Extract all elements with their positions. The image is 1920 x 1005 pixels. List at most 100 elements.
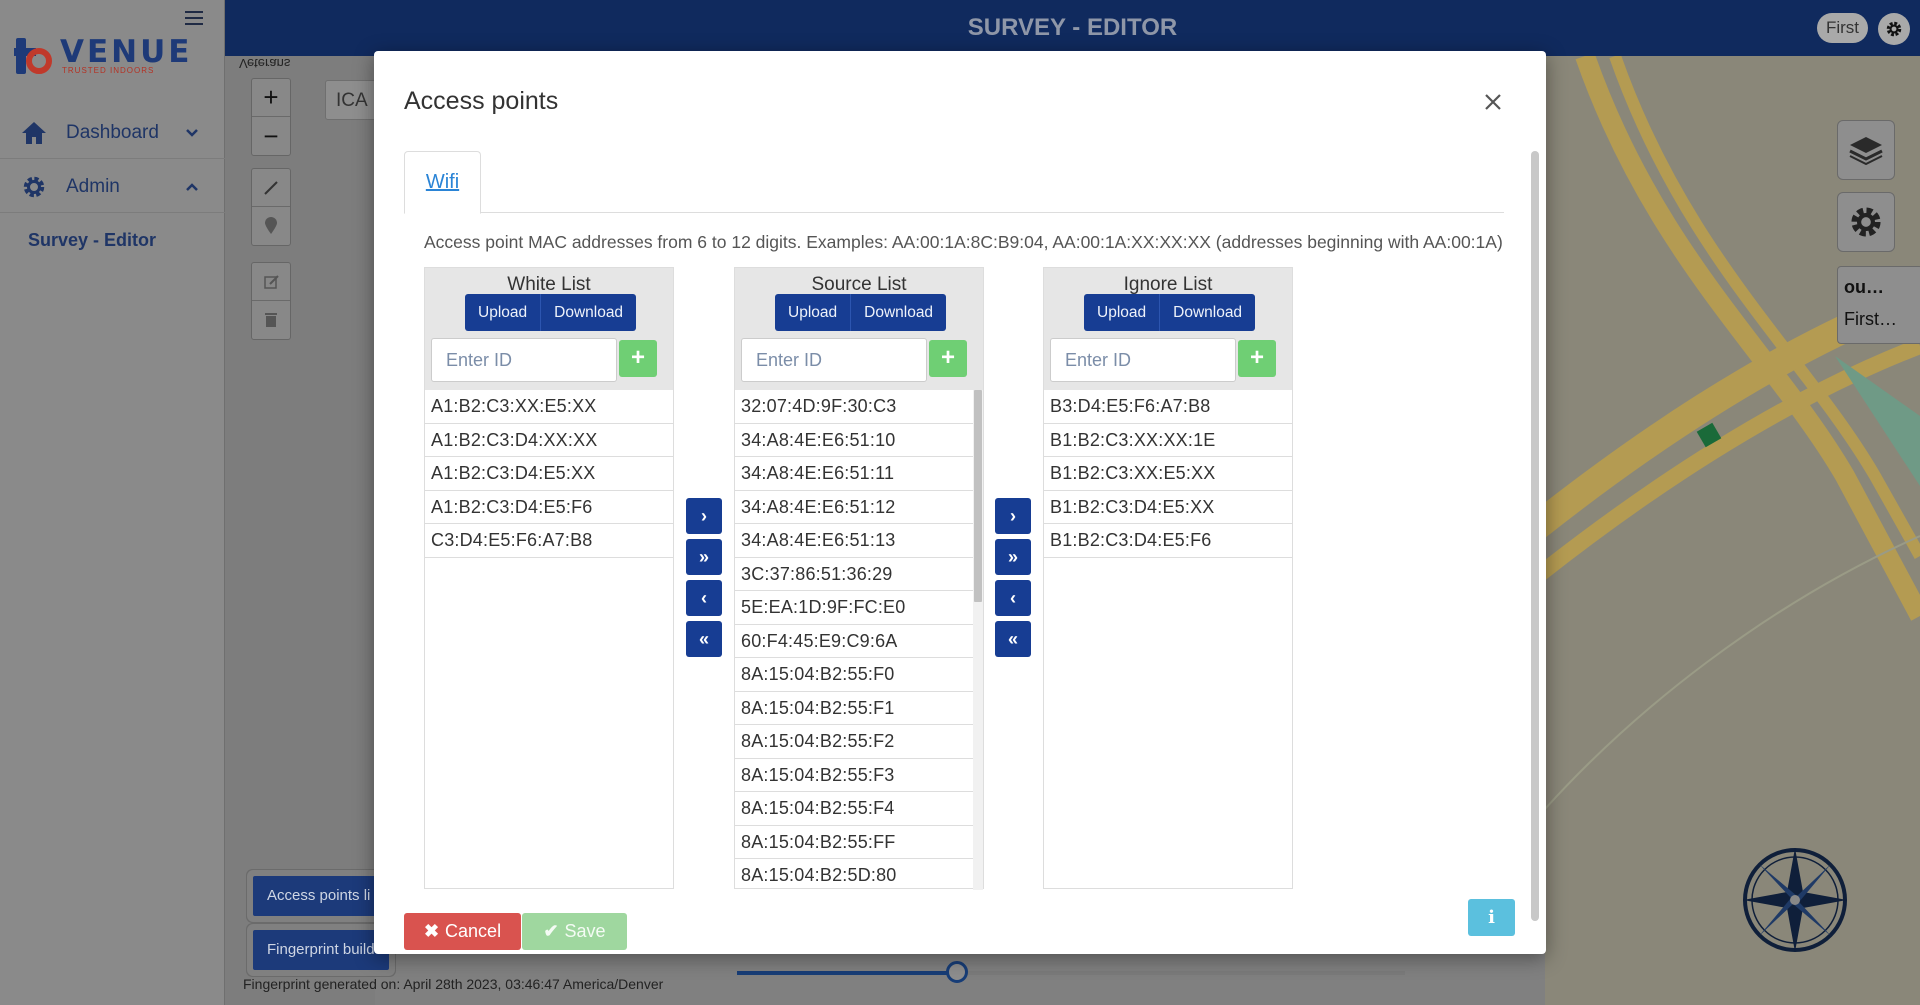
list-item[interactable]: A1:B2:C3:D4:XX:XX [425, 424, 673, 457]
list-item[interactable]: B1:B2:C3:XX:XX:1E [1044, 424, 1292, 457]
move-all-right-button[interactable]: » [995, 539, 1031, 575]
source-list-scrollbar[interactable] [973, 390, 983, 890]
hamburger-menu-icon[interactable] [183, 8, 205, 28]
edit-tools [251, 262, 291, 340]
list-item[interactable]: 8A:15:04:B2:55:F2 [735, 725, 973, 759]
sidebar-item-label: Admin [66, 175, 120, 197]
list-title: Source List [811, 274, 907, 295]
list-item[interactable]: 3C:37:86:51:36:29 [735, 558, 973, 591]
move-left-button[interactable]: ‹ [686, 580, 722, 616]
edit-icon[interactable] [252, 263, 290, 301]
chevron-up-icon [181, 182, 203, 192]
white-list-items: A1:B2:C3:XX:E5:XX A1:B2:C3:D4:XX:XX A1:B2:… [425, 390, 673, 888]
move-right-button[interactable]: › [686, 498, 722, 534]
map-info-card-line: First… [1844, 309, 1897, 329]
home-icon [20, 119, 48, 147]
app-logo[interactable]: VENUE TRUSTED INDOORS [14, 34, 193, 78]
logo-mark-icon [14, 38, 54, 78]
list-item[interactable]: 34:A8:4E:E6:51:11 [735, 457, 973, 491]
add-ignore-list-button[interactable]: + [1238, 340, 1276, 377]
download-button[interactable]: Download [541, 294, 637, 331]
map-settings-button[interactable] [1837, 192, 1895, 252]
list-item[interactable]: 5E:EA:1D:9F:FC:E0 [735, 591, 973, 625]
mac-help-text: Access point MAC addresses from 6 to 12 … [424, 232, 1503, 252]
gear-icon [1851, 207, 1881, 237]
source-list-panel: Source List Upload Download + 32:07:4D:9… [734, 267, 984, 890]
timeline-slider[interactable] [737, 961, 1405, 983]
ignore-list-id-input[interactable] [1050, 338, 1236, 382]
trash-icon[interactable] [252, 301, 290, 339]
settings-button[interactable] [1878, 13, 1910, 45]
upload-button[interactable]: Upload [465, 294, 542, 331]
list-item[interactable]: 8A:15:04:B2:55:F1 [735, 692, 973, 725]
map-flipped-caption: Veterans [239, 56, 291, 71]
page-title: SURVEY - EDITOR [967, 14, 1178, 41]
close-icon[interactable] [1478, 87, 1508, 117]
sidebar-item-dashboard[interactable]: Dashboard [0, 107, 225, 159]
modal-title: Access points [404, 87, 559, 115]
add-source-list-button[interactable]: + [929, 340, 967, 377]
list-item[interactable]: 8A:15:04:B2:5D:80 [735, 859, 973, 888]
upload-button[interactable]: Upload [775, 294, 852, 331]
move-left-button[interactable]: ‹ [995, 580, 1031, 616]
user-menu-button[interactable]: First [1816, 13, 1868, 43]
download-button[interactable]: Download [851, 294, 947, 331]
list-item[interactable]: 60:F4:45:E9:C9:6A [735, 625, 973, 658]
list-item[interactable]: 34:A8:4E:E6:51:10 [735, 424, 973, 457]
list-item[interactable]: 8A:15:04:B2:55:F4 [735, 792, 973, 826]
sidebar-subitem-survey-editor[interactable]: Survey - Editor [28, 230, 156, 251]
save-button[interactable]: ✔ Save [522, 913, 627, 950]
add-white-list-button[interactable]: + [619, 340, 657, 377]
map-info-card-line: ou… [1844, 277, 1884, 297]
tab-wifi[interactable]: Wifi [404, 151, 481, 214]
source-list-id-input[interactable] [741, 338, 927, 382]
sidebar-item-admin[interactable]: Admin [0, 161, 225, 213]
logo-word: VENUE [60, 34, 193, 70]
ignore-list-items: B3:D4:E5:F6:A7:B8 B1:B2:C3:XX:XX:1E B1:B2:… [1044, 390, 1292, 888]
top-bar: SURVEY - EDITOR First [225, 0, 1920, 56]
map-marker-icon[interactable] [252, 207, 290, 245]
upload-button[interactable]: Upload [1084, 294, 1161, 331]
list-item[interactable]: 34:A8:4E:E6:51:13 [735, 524, 973, 558]
list-item[interactable]: A1:B2:C3:XX:E5:XX [425, 390, 673, 424]
list-item[interactable]: B1:B2:C3:D4:E5:F6 [1044, 524, 1292, 558]
gear-icon [1886, 21, 1902, 37]
gear-icon [20, 173, 48, 201]
move-all-left-button[interactable]: « [995, 621, 1031, 657]
slider-fill [737, 971, 958, 975]
info-button[interactable]: i [1468, 899, 1515, 936]
list-item[interactable]: 8A:15:04:B2:55:F3 [735, 759, 973, 792]
list-item[interactable]: B1:B2:C3:XX:E5:XX [1044, 457, 1292, 491]
list-item[interactable]: 8A:15:04:B2:55:F0 [735, 658, 973, 692]
list-item[interactable]: A1:B2:C3:D4:E5:XX [425, 457, 673, 491]
list-item[interactable]: C3:D4:E5:F6:A7:B8 [425, 524, 673, 558]
white-list-id-input[interactable] [431, 338, 617, 382]
save-label: Save [564, 921, 606, 941]
move-right-button[interactable]: › [995, 498, 1031, 534]
list-item[interactable]: 32:07:4D:9F:30:C3 [735, 390, 973, 424]
layers-button[interactable] [1837, 120, 1895, 180]
access-points-list-button[interactable]: Access points li [253, 876, 385, 916]
modal-tabs: Wifi [404, 151, 1504, 214]
fingerprint-build-button[interactable]: Fingerprint build [253, 930, 389, 970]
list-item[interactable]: 8A:15:04:B2:55:FF [735, 826, 973, 859]
chevron-down-icon [181, 128, 203, 138]
move-all-right-button[interactable]: » [686, 539, 722, 575]
white-list-panel: White List Upload Download + A1:B2:C3:XX… [424, 267, 674, 889]
move-all-left-button[interactable]: « [686, 621, 722, 657]
layers-icon [1849, 137, 1883, 165]
list-item[interactable]: A1:B2:C3:D4:E5:F6 [425, 491, 673, 524]
modal-scrollbar[interactable] [1531, 151, 1539, 921]
draw-line-icon[interactable] [252, 169, 290, 207]
map-left-area [225, 56, 375, 1005]
download-button[interactable]: Download [1160, 294, 1256, 331]
sidebar: VENUE TRUSTED INDOORS Dashboard Admin Su… [0, 0, 225, 1005]
map-info-card[interactable]: ou… First… [1837, 266, 1920, 344]
list-item[interactable]: B3:D4:E5:F6:A7:B8 [1044, 390, 1292, 424]
list-item[interactable]: 34:A8:4E:E6:51:12 [735, 491, 973, 524]
list-item[interactable]: B1:B2:C3:D4:E5:XX [1044, 491, 1292, 524]
cancel-button[interactable]: ✖ Cancel [404, 913, 521, 950]
list-title: Ignore List [1123, 274, 1213, 295]
zoom-out-button[interactable]: − [252, 117, 290, 155]
zoom-in-button[interactable]: + [252, 79, 290, 117]
